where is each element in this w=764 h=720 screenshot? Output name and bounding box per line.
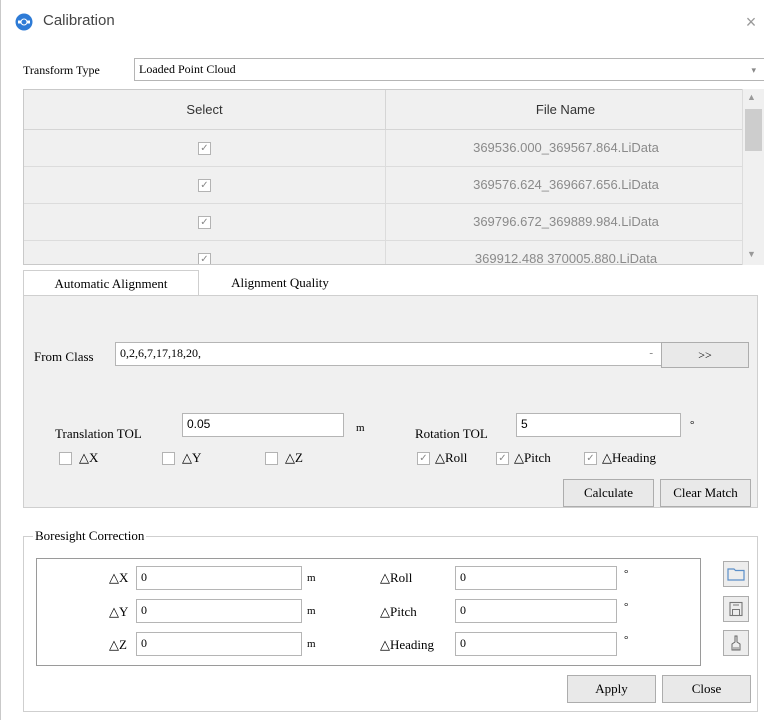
delta-z-label: △Z [285,450,303,465]
rotation-tol-input[interactable]: 5 [516,413,681,437]
from-class-select[interactable]: 0,2,6,7,17,18,20, - [115,342,662,366]
open-folder-button[interactable] [723,561,749,587]
delta-roll-label: △Roll [435,450,468,465]
transform-type-value: Loaded Point Cloud [139,62,236,76]
boresight-heading-input[interactable]: 0 [455,632,617,656]
delta-y-label: △Y [182,450,202,465]
from-class-label: From Class [34,349,94,364]
title-bar: Calibration × [1,0,764,46]
clear-button[interactable] [723,630,749,656]
scroll-up-icon[interactable]: ▲ [747,92,756,102]
column-header-select[interactable]: Select [24,90,386,130]
boresight-dz-unit: m [307,638,316,650]
boresight-pitch-label: △Pitch [380,604,417,619]
boresight-pitch-unit: ° [624,601,629,613]
scroll-down-icon[interactable]: ▼ [747,249,756,259]
from-class-value: 0,2,6,7,17,18,20, [120,346,201,360]
tab-alignment-quality[interactable]: Alignment Quality [205,270,355,296]
file-name-cell: 369796.672_369889.984.LiData [473,214,659,229]
boresight-pitch-input[interactable]: 0 [455,599,617,623]
translation-unit: m [356,422,365,434]
file-table: Select File Name ✓ 369536.000_369567.864… [23,89,764,265]
delta-x-label: △X [79,450,99,465]
table-row[interactable]: ✓ 369576.624_369667.656.LiData [24,167,746,204]
column-header-file-name[interactable]: File Name [386,90,746,130]
apply-button[interactable]: Apply [567,675,656,703]
folder-icon [727,568,745,581]
boresight-roll-label: △Roll [380,570,413,585]
automatic-alignment-panel [23,295,758,508]
boresight-heading-label: △Heading [380,637,435,652]
rotation-unit: ° [690,419,695,431]
boresight-dy-label: △Y [109,604,129,619]
boresight-roll-unit: ° [624,568,629,580]
boresight-roll-input[interactable]: 0 [455,566,617,590]
row-checkbox[interactable]: ✓ [198,253,211,264]
row-checkbox[interactable]: ✓ [198,216,211,229]
translation-tol-label: Translation TOL [55,426,142,441]
expand-classes-button[interactable]: >> [661,342,749,368]
file-name-cell: 369912.488 370005.880.LiData [474,251,658,265]
boresight-heading-unit: ° [624,634,629,646]
window-close-button[interactable]: × [741,12,761,32]
table-row[interactable]: ✓ 369796.672_369889.984.LiData [24,204,746,241]
chevron-down-icon: ▾ [751,65,756,75]
translation-tol-input[interactable]: 0.05 [182,413,344,437]
close-button[interactable]: Close [662,675,751,703]
app-logo-icon [15,13,33,31]
save-button[interactable] [723,596,749,622]
table-row[interactable]: ✓ 369536.000_369567.864.LiData [24,130,746,167]
calibration-dialog: Calibration × Transform Type Loaded Poin… [0,0,764,720]
row-checkbox[interactable]: ✓ [198,179,211,192]
boresight-dx-input[interactable]: 0 [136,566,302,590]
row-checkbox[interactable]: ✓ [198,142,211,155]
scrollbar-thumb[interactable] [745,109,762,151]
window-title: Calibration [43,12,115,29]
boresight-dy-unit: m [307,605,316,617]
boresight-correction-title: Boresight Correction [33,528,147,544]
save-icon [729,601,743,617]
boresight-dz-input[interactable]: 0 [136,632,302,656]
boresight-dx-label: △X [109,570,129,585]
clear-match-button[interactable]: Clear Match [660,479,751,507]
transform-type-select[interactable]: Loaded Point Cloud ▾ [134,58,764,81]
tab-automatic-alignment[interactable]: Automatic Alignment [23,270,199,296]
file-name-cell: 369536.000_369567.864.LiData [473,140,659,155]
table-scrollbar[interactable]: ▲ ▼ [742,89,764,265]
delta-pitch-label: △Pitch [514,450,551,465]
delta-heading-label: △Heading [602,450,657,465]
rotation-tol-label: Rotation TOL [415,426,488,441]
transform-type-label: Transform Type [23,63,100,77]
boresight-dx-unit: m [307,572,316,584]
file-name-cell: 369576.624_369667.656.LiData [473,177,659,192]
boresight-dz-label: △Z [109,637,127,652]
calculate-button[interactable]: Calculate [563,479,654,507]
table-row[interactable]: ✓ 369912.488 370005.880.LiData [24,241,746,265]
boresight-dy-input[interactable]: 0 [136,599,302,623]
brush-icon [731,635,741,651]
dropdown-dash-icon: - [649,347,653,359]
